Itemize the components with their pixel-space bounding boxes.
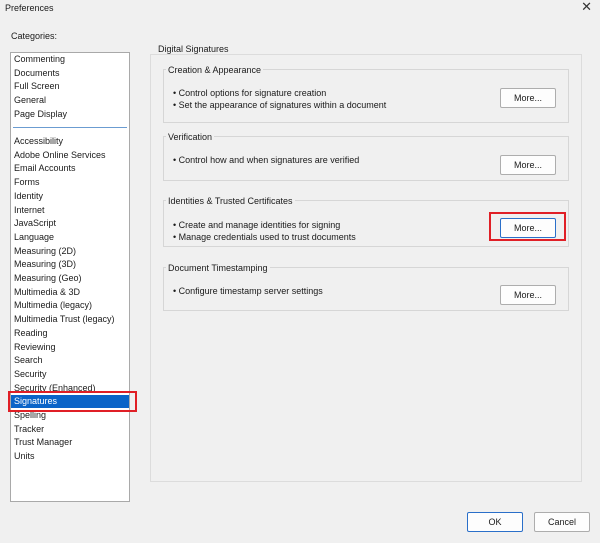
category-item[interactable]: Measuring (Geo) [13, 272, 129, 285]
category-item[interactable]: Identity [13, 190, 129, 203]
identities-bullet-1: • Create and manage identities for signi… [173, 220, 341, 230]
category-item[interactable]: Adobe Online Services [13, 149, 129, 162]
timestamping-bullet-1: • Configure timestamp server settings [173, 286, 323, 296]
category-item[interactable]: Multimedia & 3D [13, 286, 129, 299]
category-item[interactable]: Documents [13, 67, 129, 80]
category-item[interactable]: Measuring (3D) [13, 258, 129, 271]
identities-title: Identities & Trusted Certificates [166, 196, 295, 206]
category-item[interactable]: Commenting [13, 53, 129, 66]
button-highlight-box [489, 212, 566, 241]
digital-signatures-title: Digital Signatures [156, 44, 231, 54]
category-item[interactable]: Reading [13, 327, 129, 340]
creation-appearance-title: Creation & Appearance [166, 65, 264, 75]
category-item[interactable]: JavaScript [13, 217, 129, 230]
category-item[interactable]: Page Display [13, 108, 129, 121]
category-item[interactable]: Language [13, 231, 129, 244]
timestamping-title: Document Timestamping [166, 263, 270, 273]
cancel-button[interactable]: Cancel [534, 512, 590, 532]
category-item[interactable]: Full Screen [13, 80, 129, 93]
category-item[interactable]: General [13, 94, 129, 107]
creation-more-button[interactable]: More... [500, 88, 556, 108]
category-separator [13, 127, 127, 128]
category-item[interactable]: Multimedia Trust (legacy) [13, 313, 129, 326]
category-item[interactable]: Units [13, 450, 129, 463]
category-item[interactable]: Internet [13, 204, 129, 217]
identities-bullet-2: • Manage credentials used to trust docum… [173, 232, 356, 242]
creation-bullet-2: • Set the appearance of signatures withi… [173, 100, 387, 110]
verification-title: Verification [166, 132, 215, 142]
creation-bullet-1: • Control options for signature creation [173, 88, 327, 98]
category-item[interactable]: Forms [13, 176, 129, 189]
category-item[interactable]: Tracker [13, 423, 129, 436]
verification-bullet-1: • Control how and when signatures are ve… [173, 155, 360, 165]
category-item[interactable]: Reviewing [13, 341, 129, 354]
categories-list[interactable]: Commenting Documents Full Screen General Pag… [10, 52, 130, 502]
categories-label: Categories: [11, 31, 58, 41]
category-item[interactable]: Accessibility [13, 135, 129, 148]
verification-more-button[interactable]: More... [500, 155, 556, 175]
timestamping-more-button[interactable]: More... [500, 285, 556, 305]
close-icon[interactable]: ✕ [581, 0, 592, 14]
category-item[interactable]: Measuring (2D) [13, 245, 129, 258]
selection-highlight-box [8, 391, 137, 412]
ok-button[interactable]: OK [467, 512, 523, 532]
category-item[interactable]: Email Accounts [13, 162, 129, 175]
window-title: Preferences [5, 3, 54, 13]
category-item[interactable]: Multimedia (legacy) [13, 299, 129, 312]
category-item[interactable]: Security [13, 368, 129, 381]
category-item[interactable]: Trust Manager [13, 436, 129, 449]
category-item[interactable]: Search [13, 354, 129, 367]
